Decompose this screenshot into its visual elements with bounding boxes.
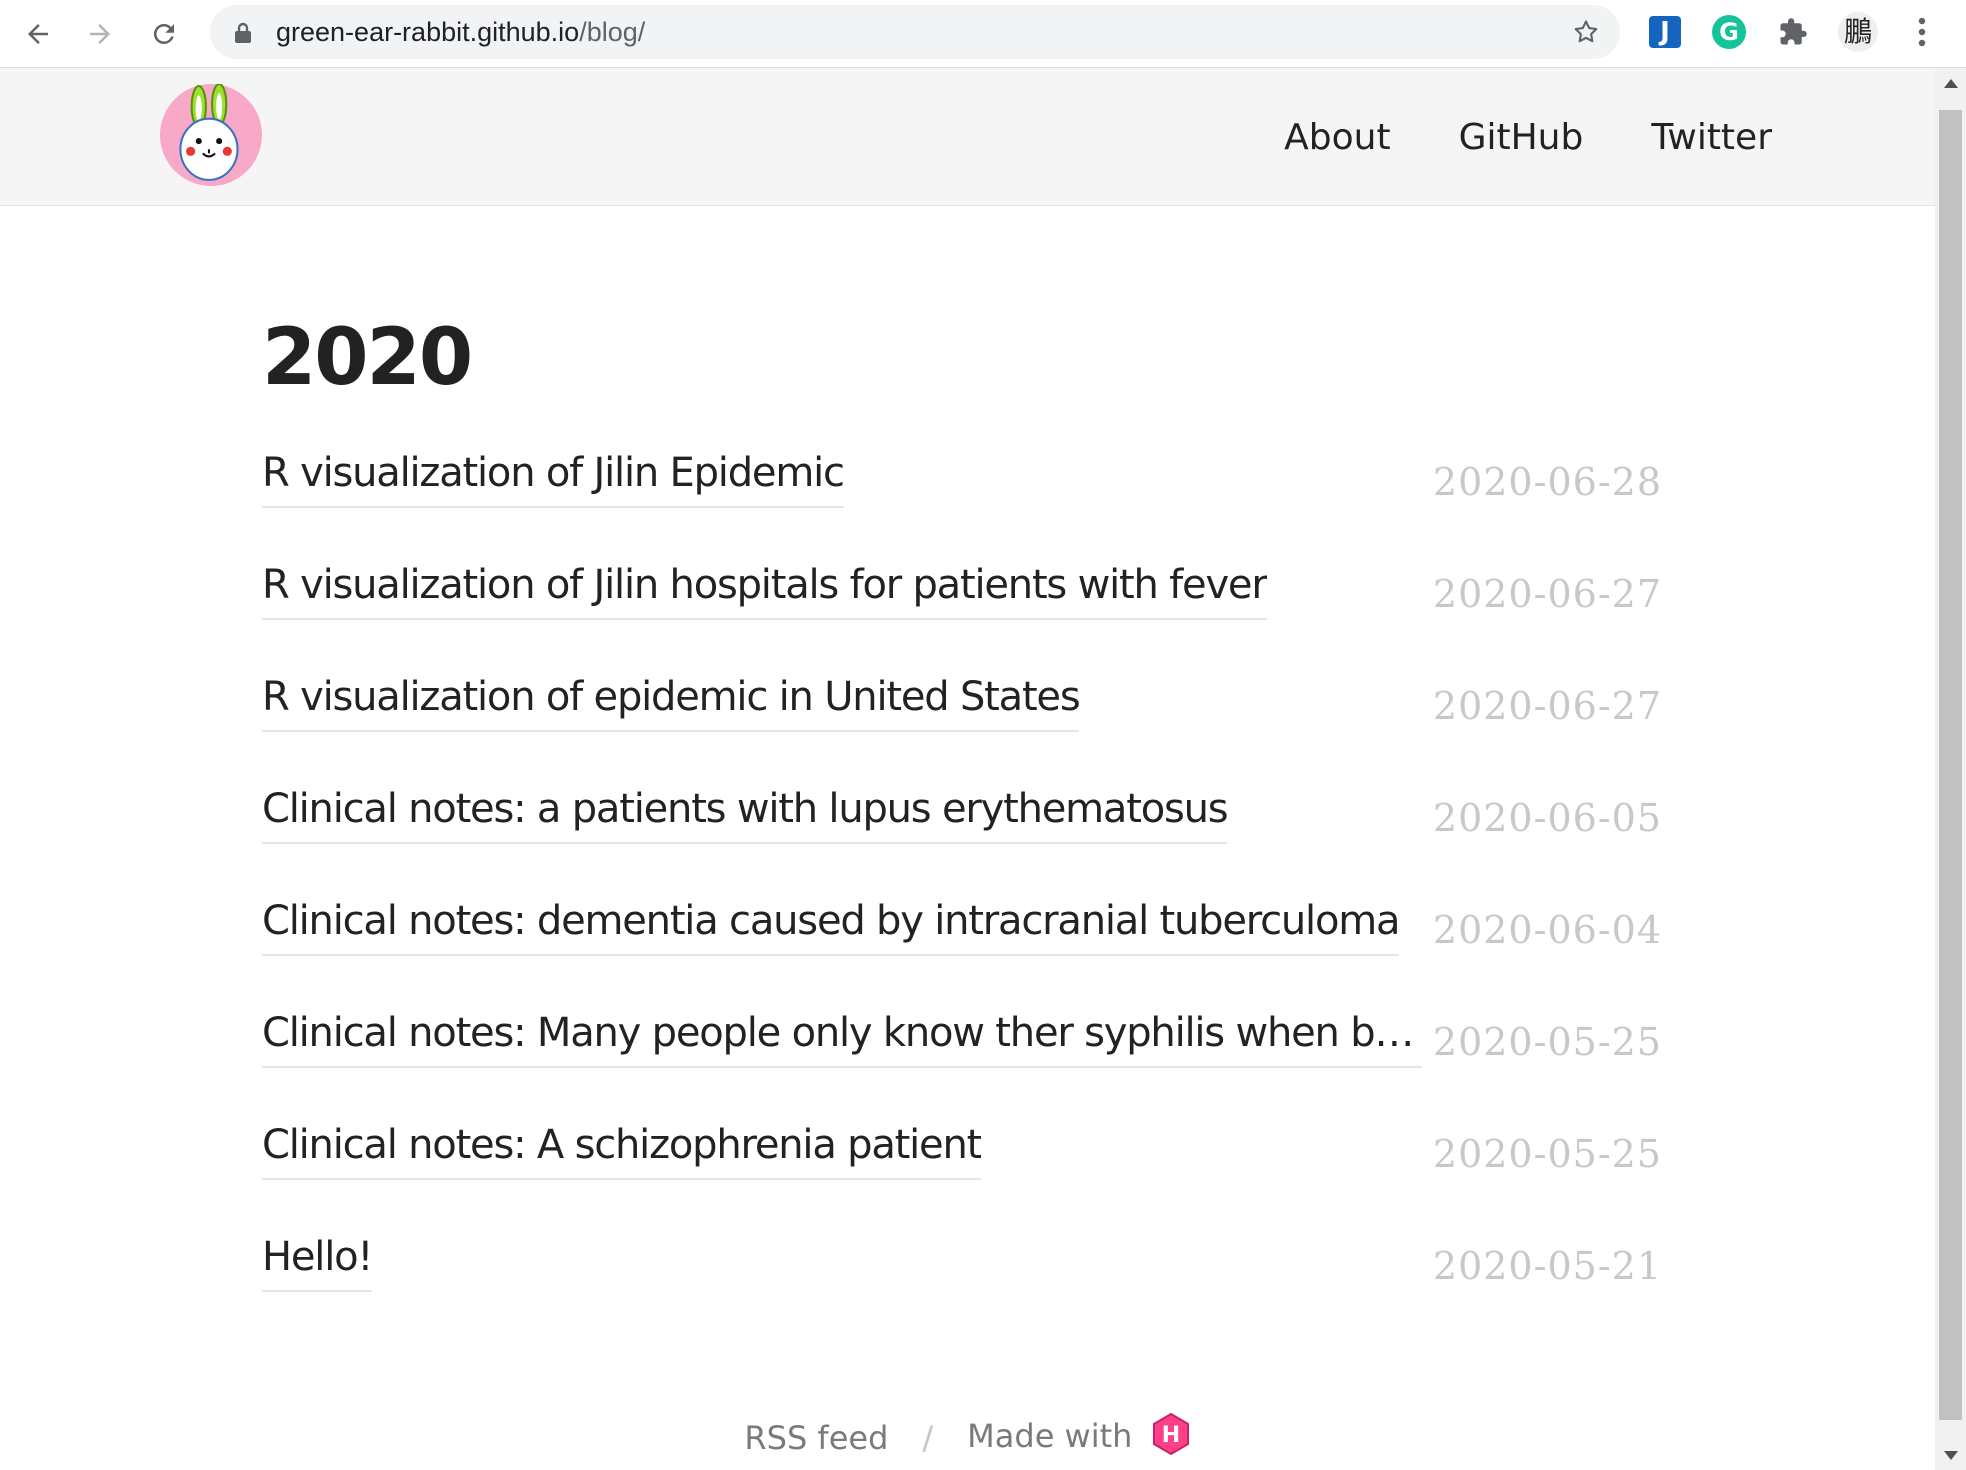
hugo-hexagon-icon: H (1152, 1412, 1189, 1456)
list-item: R visualization of epidemic in United St… (262, 672, 1662, 784)
scroll-down-button[interactable] (1935, 1440, 1966, 1470)
post-date: 2020-06-27 (1432, 684, 1662, 728)
triangle-down-icon (1943, 1450, 1958, 1460)
hugo-glyph: H (1161, 1423, 1179, 1448)
list-item: Clinical notes: A schizophrenia patient … (262, 1120, 1662, 1232)
back-button[interactable] (14, 10, 62, 58)
page-viewport: About GitHub Twitter 2020 R visualizatio… (0, 68, 1935, 1470)
reload-icon (153, 23, 174, 44)
url-path: /blog/ (579, 17, 646, 47)
site-nav: About GitHub Twitter (1284, 68, 1772, 206)
kebab-menu-icon (1918, 17, 1926, 47)
forward-button[interactable] (76, 10, 124, 58)
post-title-link[interactable]: Clinical notes: Many people only know th… (262, 1008, 1422, 1068)
jira-extension-icon: J (1649, 16, 1681, 48)
post-list: R visualization of Jilin Epidemic 2020-0… (262, 448, 1662, 1344)
post-title-link[interactable]: R visualization of Jilin Epidemic (262, 448, 844, 508)
site-header: About GitHub Twitter (0, 68, 1935, 206)
scroll-up-button[interactable] (1935, 68, 1966, 98)
reload-button[interactable] (140, 10, 188, 58)
post-title-link[interactable]: R visualization of epidemic in United St… (262, 672, 1080, 732)
footer-separator: / (922, 1419, 934, 1457)
extensions-button[interactable] (1773, 12, 1813, 52)
vertical-scrollbar[interactable] (1935, 68, 1966, 1470)
puzzle-icon (1780, 18, 1807, 45)
post-date: 2020-06-28 (1432, 460, 1662, 504)
post-date: 2020-05-21 (1432, 1244, 1662, 1288)
profile-button[interactable]: 鵬 (1838, 12, 1878, 52)
url-text: green-ear-rabbit.github.io/blog/ (276, 5, 645, 59)
arrow-left-icon (28, 24, 48, 44)
post-title-link[interactable]: Hello! (262, 1232, 373, 1292)
list-item: Clinical notes: dementia caused by intra… (262, 896, 1662, 1008)
post-title-link[interactable]: Clinical notes: A schizophrenia patient (262, 1120, 982, 1180)
rabbit-logo-icon (160, 82, 262, 186)
year-heading: 2020 (262, 313, 473, 403)
list-item: Clinical notes: a patients with lupus er… (262, 784, 1662, 896)
jira-extension-button[interactable]: J (1645, 12, 1685, 52)
rss-feed-link[interactable]: RSS feed (744, 1419, 888, 1457)
nav-github-link[interactable]: GitHub (1459, 117, 1584, 158)
list-item: Hello! 2020-05-21 (262, 1232, 1662, 1344)
lock-icon (235, 22, 251, 43)
site-logo[interactable] (160, 82, 262, 186)
post-date: 2020-06-04 (1432, 908, 1662, 952)
list-item: R visualization of Jilin Epidemic 2020-0… (262, 448, 1662, 560)
list-item: Clinical notes: Many people only know th… (262, 1008, 1662, 1120)
list-item: R visualization of Jilin hospitals for p… (262, 560, 1662, 672)
post-date: 2020-06-05 (1432, 796, 1662, 840)
grammarly-extension-button[interactable]: G (1709, 12, 1749, 52)
triangle-up-icon (1943, 78, 1958, 88)
browser-menu-button[interactable] (1902, 12, 1942, 52)
site-footer: RSS feed / Made with H (0, 1408, 1935, 1468)
post-date: 2020-05-25 (1432, 1020, 1662, 1064)
grammarly-extension-icon: G (1712, 15, 1746, 49)
made-with-text: Made with H (967, 1412, 1190, 1464)
url-host: green-ear-rabbit.github.io (276, 17, 580, 47)
avatar: 鵬 (1838, 12, 1878, 52)
bookmark-star-icon[interactable] (1572, 18, 1600, 46)
made-with-label: Made with (967, 1417, 1133, 1455)
arrow-right-icon (90, 24, 110, 44)
post-title-link[interactable]: Clinical notes: a patients with lupus er… (262, 784, 1228, 844)
post-title-link[interactable]: R visualization of Jilin hospitals for p… (262, 560, 1267, 620)
nav-twitter-link[interactable]: Twitter (1651, 117, 1772, 158)
post-date: 2020-05-25 (1432, 1132, 1662, 1176)
scroll-thumb[interactable] (1939, 110, 1962, 1420)
post-date: 2020-06-27 (1432, 572, 1662, 616)
hugo-link[interactable]: H (1151, 1412, 1191, 1464)
address-bar[interactable]: green-ear-rabbit.github.io/blog/ (210, 5, 1620, 59)
nav-about-link[interactable]: About (1284, 117, 1390, 158)
post-title-link[interactable]: Clinical notes: dementia caused by intra… (262, 896, 1400, 956)
browser-toolbar: green-ear-rabbit.github.io/blog/ J G 鵬 (0, 0, 1966, 68)
